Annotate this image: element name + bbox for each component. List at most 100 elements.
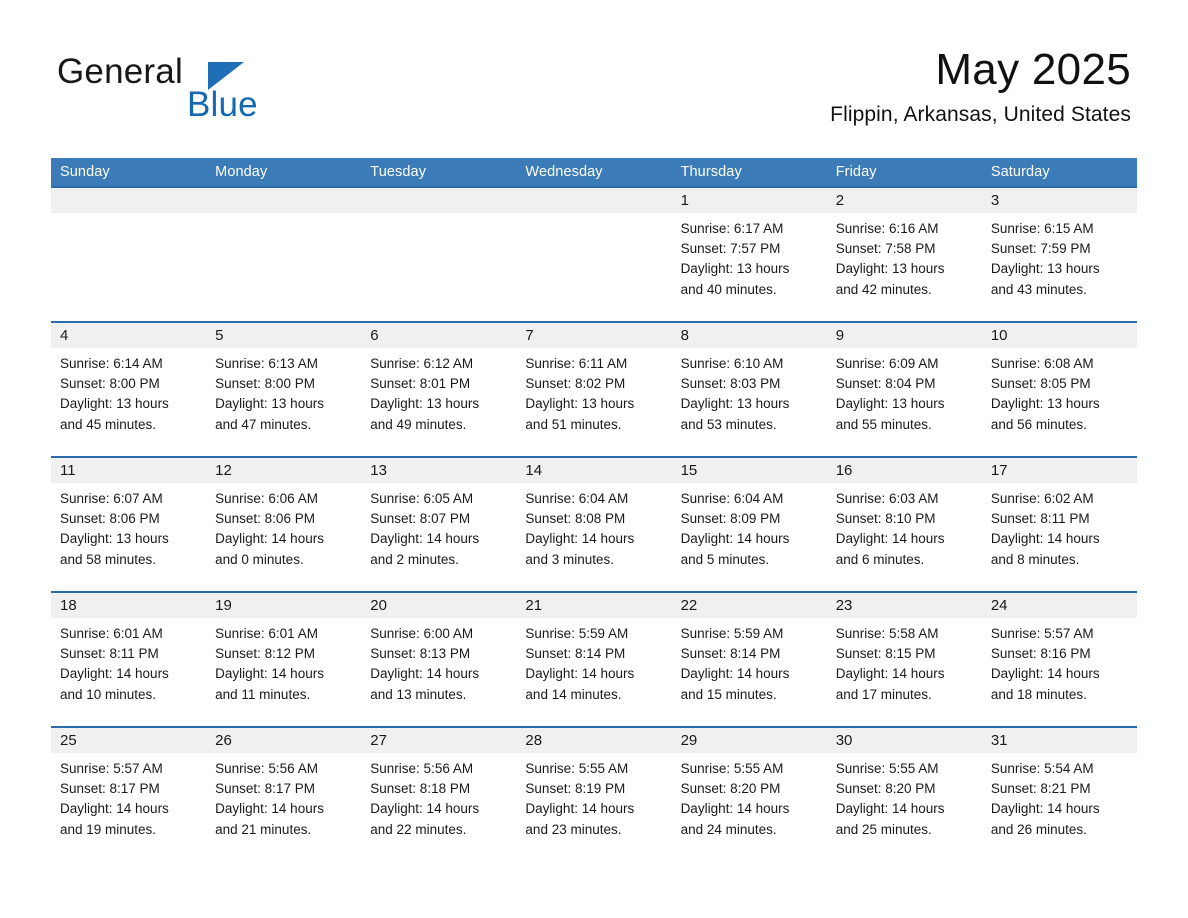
sunset-text: Sunset: 8:16 PM <box>990 646 1091 662</box>
sunrise-text: Sunrise: 6:01 AM <box>215 626 318 641</box>
day-number-band: 10 <box>981 323 1137 348</box>
daylight-text-line1: Daylight: 14 hours <box>835 801 945 817</box>
day-number: 8 <box>680 327 689 344</box>
day-info: Sunrise: 5:57 AM Sunset: 8:16 PM Dayligh… <box>982 618 1137 705</box>
day-cell[interactable]: 22 Sunrise: 5:59 AM Sunset: 8:14 PM Dayl… <box>671 593 827 726</box>
day-number: 23 <box>835 597 853 614</box>
sunset-text: Sunset: 8:07 PM <box>370 511 471 527</box>
day-cell[interactable]: 9 Sunrise: 6:09 AM Sunset: 8:04 PM Dayli… <box>826 323 982 456</box>
sunset-text: Sunset: 8:03 PM <box>680 376 781 392</box>
day-info: Sunrise: 5:56 AM Sunset: 8:18 PM Dayligh… <box>361 753 516 840</box>
day-cell[interactable]: 30 Sunrise: 5:55 AM Sunset: 8:20 PM Dayl… <box>826 728 982 861</box>
day-cell[interactable] <box>206 188 362 321</box>
day-info: Sunrise: 6:11 AM Sunset: 8:02 PM Dayligh… <box>516 348 671 435</box>
sunrise-text: Sunrise: 6:04 AM <box>525 491 629 506</box>
sunset-text: Sunset: 8:06 PM <box>215 511 315 527</box>
daylight-text-line1: Daylight: 14 hours <box>215 666 324 682</box>
day-cell[interactable]: 7 Sunrise: 6:11 AM Sunset: 8:02 PM Dayli… <box>516 323 672 456</box>
daylight-text-line2: and 6 minutes. <box>835 551 925 567</box>
day-cell[interactable]: 3 Sunrise: 6:15 AM Sunset: 7:59 PM Dayli… <box>981 188 1137 321</box>
day-info: Sunrise: 6:14 AM Sunset: 8:00 PM Dayligh… <box>51 348 206 435</box>
daylight-text-line1: Daylight: 13 hours <box>680 261 790 277</box>
day-cell[interactable] <box>51 188 207 321</box>
day-cell[interactable]: 23 Sunrise: 5:58 AM Sunset: 8:15 PM Dayl… <box>826 593 982 726</box>
day-info: Sunrise: 6:16 AM Sunset: 7:58 PM Dayligh… <box>827 213 982 300</box>
day-info: Sunrise: 6:03 AM Sunset: 8:10 PM Dayligh… <box>827 483 982 570</box>
day-cell[interactable]: 2 Sunrise: 6:16 AM Sunset: 7:58 PM Dayli… <box>826 188 982 321</box>
day-number-band: 27 <box>361 728 517 753</box>
day-cell[interactable]: 26 Sunrise: 5:56 AM Sunset: 8:17 PM Dayl… <box>206 728 362 861</box>
day-number-band <box>361 188 517 213</box>
daylight-text-line1: Daylight: 14 hours <box>215 801 324 817</box>
day-cell[interactable]: 11 Sunrise: 6:07 AM Sunset: 8:06 PM Dayl… <box>51 458 207 591</box>
day-cell[interactable]: 24 Sunrise: 5:57 AM Sunset: 8:16 PM Dayl… <box>981 593 1137 726</box>
daylight-text-line1: Daylight: 14 hours <box>215 531 324 547</box>
week-row: 18 Sunrise: 6:01 AM Sunset: 8:11 PM Dayl… <box>51 591 1137 726</box>
sunset-text: Sunset: 8:17 PM <box>215 781 315 797</box>
daylight-text-line2: and 17 minutes. <box>835 686 932 702</box>
daylight-text-line2: and 5 minutes. <box>680 551 770 567</box>
day-number: 14 <box>525 462 543 479</box>
day-number-band: 19 <box>206 593 362 618</box>
day-cell[interactable]: 16 Sunrise: 6:03 AM Sunset: 8:10 PM Dayl… <box>826 458 982 591</box>
day-number: 20 <box>370 597 387 614</box>
day-cell[interactable]: 27 Sunrise: 5:56 AM Sunset: 8:18 PM Dayl… <box>361 728 517 861</box>
weekday-header-sunday: Sunday <box>60 164 110 180</box>
day-cell[interactable]: 25 Sunrise: 5:57 AM Sunset: 8:17 PM Dayl… <box>51 728 207 861</box>
daylight-text-line2: and 11 minutes. <box>215 686 311 702</box>
sunrise-text: Sunrise: 5:56 AM <box>215 761 318 776</box>
day-cell[interactable]: 12 Sunrise: 6:06 AM Sunset: 8:06 PM Dayl… <box>206 458 362 591</box>
day-info: Sunrise: 6:01 AM Sunset: 8:11 PM Dayligh… <box>51 618 206 705</box>
day-cell[interactable]: 8 Sunrise: 6:10 AM Sunset: 8:03 PM Dayli… <box>671 323 827 456</box>
day-number: 30 <box>835 732 853 749</box>
daylight-text-line2: and 58 minutes. <box>60 551 157 567</box>
day-cell[interactable]: 1 Sunrise: 6:17 AM Sunset: 7:57 PM Dayli… <box>671 188 827 321</box>
day-cell[interactable]: 20 Sunrise: 6:00 AM Sunset: 8:13 PM Dayl… <box>361 593 517 726</box>
day-cell[interactable]: 17 Sunrise: 6:02 AM Sunset: 8:11 PM Dayl… <box>981 458 1137 591</box>
week-row: 4 Sunrise: 6:14 AM Sunset: 8:00 PM Dayli… <box>51 321 1137 456</box>
day-cell[interactable]: 10 Sunrise: 6:08 AM Sunset: 8:05 PM Dayl… <box>981 323 1137 456</box>
sunset-text: Sunset: 8:14 PM <box>680 646 781 662</box>
sunset-text: Sunset: 8:05 PM <box>990 376 1091 392</box>
day-cell[interactable] <box>361 188 517 321</box>
daylight-text-line1: Daylight: 14 hours <box>525 801 635 817</box>
calendar-page: General Blue May 2025 Flippin, Arkansas,… <box>0 0 1188 918</box>
daylight-text-line1: Daylight: 14 hours <box>835 666 945 682</box>
day-cell[interactable]: 31 Sunrise: 5:54 AM Sunset: 8:21 PM Dayl… <box>981 728 1137 861</box>
title-block: May 2025 Flippin, Arkansas, United State… <box>830 44 1131 128</box>
day-cell[interactable]: 19 Sunrise: 6:01 AM Sunset: 8:12 PM Dayl… <box>206 593 362 726</box>
day-cell[interactable]: 6 Sunrise: 6:12 AM Sunset: 8:01 PM Dayli… <box>361 323 517 456</box>
day-cell[interactable]: 5 Sunrise: 6:13 AM Sunset: 8:00 PM Dayli… <box>206 323 362 456</box>
day-cell[interactable]: 13 Sunrise: 6:05 AM Sunset: 8:07 PM Dayl… <box>361 458 517 591</box>
day-cell[interactable]: 14 Sunrise: 6:04 AM Sunset: 8:08 PM Dayl… <box>516 458 672 591</box>
day-cell[interactable]: 28 Sunrise: 5:55 AM Sunset: 8:19 PM Dayl… <box>516 728 672 861</box>
daylight-text-line1: Daylight: 14 hours <box>525 666 635 682</box>
sunset-text: Sunset: 8:01 PM <box>370 376 471 392</box>
day-info: Sunrise: 6:09 AM Sunset: 8:04 PM Dayligh… <box>827 348 982 435</box>
day-info: Sunrise: 6:04 AM Sunset: 8:08 PM Dayligh… <box>516 483 671 570</box>
day-cell[interactable]: 18 Sunrise: 6:01 AM Sunset: 8:11 PM Dayl… <box>51 593 207 726</box>
daylight-text-line2: and 0 minutes. <box>215 551 304 567</box>
day-number-band: 20 <box>361 593 517 618</box>
day-info: Sunrise: 6:08 AM Sunset: 8:05 PM Dayligh… <box>982 348 1137 435</box>
day-info: Sunrise: 5:57 AM Sunset: 8:17 PM Dayligh… <box>51 753 206 840</box>
weekday-header-tuesday: Tuesday <box>370 164 427 180</box>
day-cell[interactable]: 29 Sunrise: 5:55 AM Sunset: 8:20 PM Dayl… <box>671 728 827 861</box>
day-number: 21 <box>525 597 543 614</box>
day-number: 1 <box>680 192 689 209</box>
day-number: 22 <box>680 597 698 614</box>
day-number: 10 <box>990 327 1008 344</box>
weekday-header-friday: Friday <box>835 164 877 180</box>
day-number-band: 2 <box>826 188 982 213</box>
general-blue-logo[interactable]: General Blue <box>57 52 357 126</box>
daylight-text-line1: Daylight: 14 hours <box>60 666 169 682</box>
day-info: Sunrise: 6:10 AM Sunset: 8:03 PM Dayligh… <box>672 348 827 435</box>
day-info: Sunrise: 5:55 AM Sunset: 8:19 PM Dayligh… <box>516 753 671 840</box>
day-cell[interactable]: 15 Sunrise: 6:04 AM Sunset: 8:09 PM Dayl… <box>671 458 827 591</box>
day-cell[interactable] <box>516 188 672 321</box>
day-number: 4 <box>60 327 69 344</box>
sunset-text: Sunset: 8:20 PM <box>680 781 781 797</box>
sunrise-text: Sunrise: 6:00 AM <box>370 626 474 641</box>
day-cell[interactable]: 21 Sunrise: 5:59 AM Sunset: 8:14 PM Dayl… <box>516 593 672 726</box>
day-cell[interactable]: 4 Sunrise: 6:14 AM Sunset: 8:00 PM Dayli… <box>51 323 207 456</box>
